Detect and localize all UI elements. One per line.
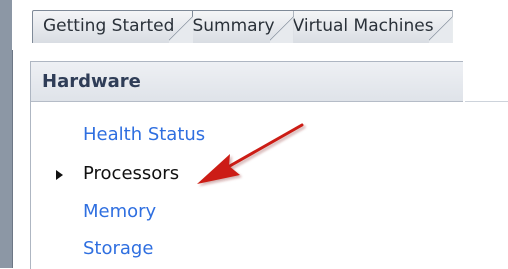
menu-item-health-status-label: Health Status xyxy=(83,124,206,145)
menu-item-memory-label: Memory xyxy=(83,201,157,222)
tab-strip: Getting Started Summary Virtual Machines xyxy=(12,0,508,50)
menu-item-health-status[interactable]: Health Status xyxy=(83,123,205,147)
menu-item-storage[interactable]: Storage xyxy=(83,237,153,261)
hardware-panel-title: Hardware xyxy=(42,71,141,92)
tab-row: Getting Started Summary Virtual Machines xyxy=(32,10,453,43)
menu-item-memory[interactable]: Memory xyxy=(83,200,156,224)
tab-summary[interactable]: Summary xyxy=(181,10,294,43)
panel-separator-line xyxy=(465,101,508,102)
tab-summary-label: Summary xyxy=(192,16,275,36)
hardware-panel-header: Hardware xyxy=(31,62,463,102)
tab-getting-started-label: Getting Started xyxy=(43,16,175,36)
menu-item-storage-label: Storage xyxy=(83,238,154,259)
tab-getting-started[interactable]: Getting Started xyxy=(32,10,194,43)
tab-virtual-machines-label: Virtual Machines xyxy=(292,16,434,36)
menu-item-processors[interactable]: Processors xyxy=(83,162,179,186)
tab-virtual-machines[interactable]: Virtual Machines xyxy=(281,10,453,43)
menu-item-processors-label: Processors xyxy=(83,163,180,184)
bullet-triangle-icon xyxy=(56,170,63,180)
